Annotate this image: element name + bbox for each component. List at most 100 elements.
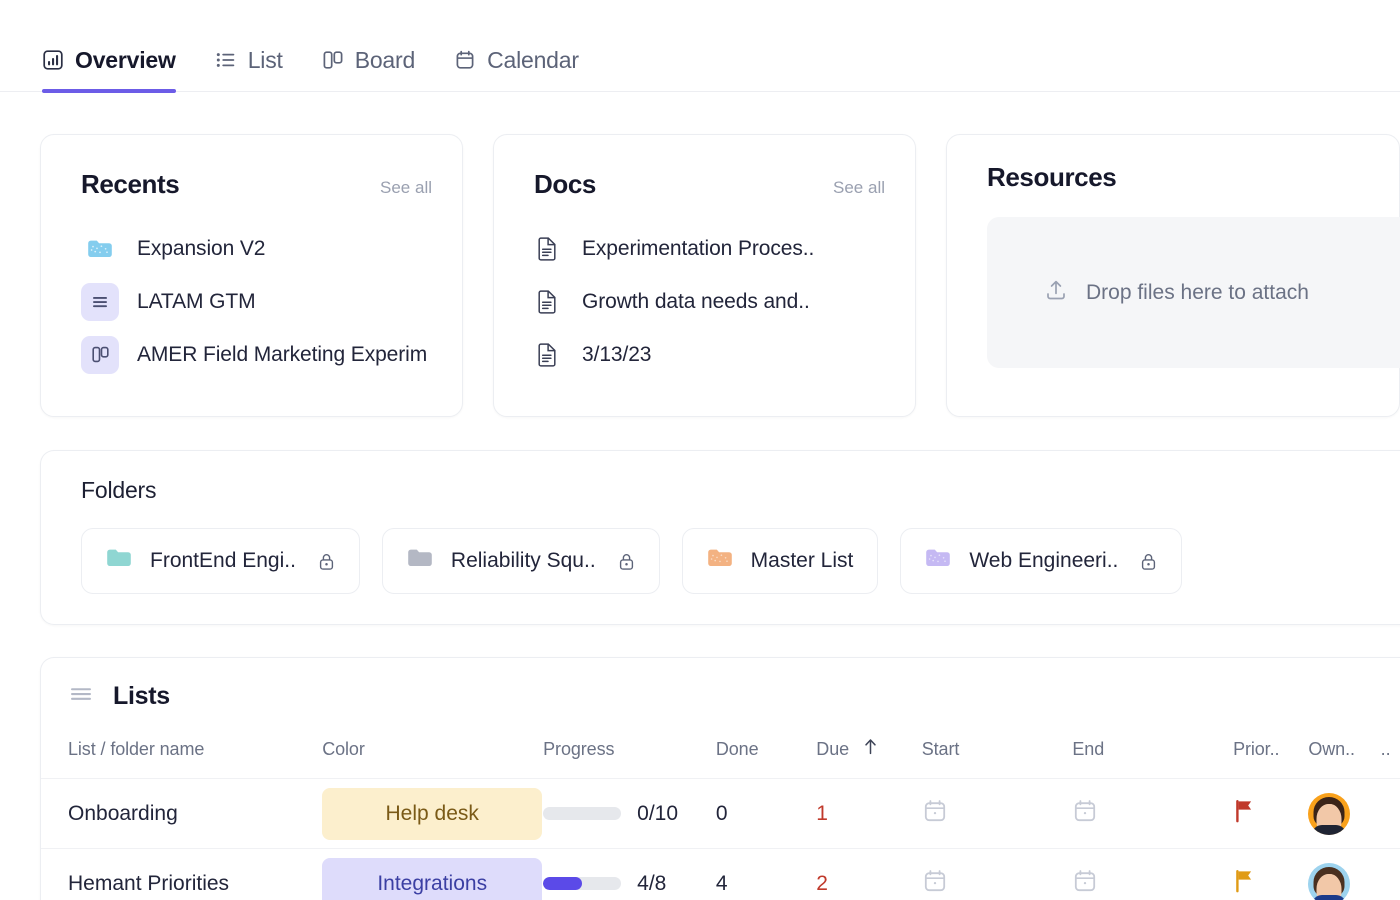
calendar-icon xyxy=(454,49,476,71)
column-header-progress[interactable]: Progress xyxy=(543,711,716,779)
row-start-cell[interactable] xyxy=(922,779,1073,849)
tab-calendar-label: Calendar xyxy=(487,48,579,72)
folder-chip[interactable]: Reliability Squ.. xyxy=(382,528,660,594)
recents-header: Recents See all xyxy=(81,169,432,200)
folder-chip[interactable]: Web Engineeri.. xyxy=(900,528,1182,594)
progress-label: 4/8 xyxy=(637,872,666,896)
row-priority-cell[interactable] xyxy=(1233,779,1308,849)
progress-bar xyxy=(543,877,621,890)
priority-flag-icon xyxy=(1233,868,1257,900)
list-item[interactable]: Expansion V2 xyxy=(81,222,432,275)
view-tabbar: Overview List Board xyxy=(0,0,1400,92)
folder-chip-label: Reliability Squ.. xyxy=(451,549,596,573)
row-name: Onboarding xyxy=(41,779,322,849)
lists-table: List / folder name Color Progress Done D… xyxy=(41,711,1400,900)
column-header-owner[interactable]: Own.. xyxy=(1308,711,1380,779)
list-item[interactable]: Experimentation Proces.. xyxy=(534,222,885,275)
list-item-label: Growth data needs and.. xyxy=(582,290,810,314)
table-row[interactable]: Onboarding Help desk 0/10 0 1 xyxy=(41,779,1400,849)
overview-content: Recents See all xyxy=(0,92,1400,900)
folder-icon xyxy=(707,547,733,575)
list-item-label: LATAM GTM xyxy=(137,290,256,314)
row-owner-cell[interactable] xyxy=(1308,849,1380,900)
row-end-cell[interactable] xyxy=(1072,779,1233,849)
lists-table-header: List / folder name Color Progress Done D… xyxy=(41,711,1400,779)
column-header-due[interactable]: Due xyxy=(816,711,921,779)
tab-calendar[interactable]: Calendar xyxy=(454,28,591,92)
row-overflow-cell[interactable] xyxy=(1381,779,1400,849)
list-item[interactable]: LATAM GTM xyxy=(81,275,432,328)
list-icon xyxy=(81,283,119,321)
row-overflow-cell[interactable] xyxy=(1381,849,1400,900)
tab-overview[interactable]: Overview xyxy=(42,28,188,92)
lock-icon xyxy=(618,552,635,571)
folder-chip-label: FrontEnd Engi.. xyxy=(150,549,296,573)
row-end-cell[interactable] xyxy=(1072,849,1233,900)
document-icon xyxy=(534,336,560,374)
lists-title: Lists xyxy=(113,682,170,711)
lock-icon xyxy=(318,552,335,571)
docs-see-all-link[interactable]: See all xyxy=(833,178,885,198)
progress-bar xyxy=(543,807,621,820)
hamburger-icon[interactable] xyxy=(69,684,95,709)
resources-dropzone[interactable]: Drop files here to attach xyxy=(987,217,1400,368)
recents-title: Recents xyxy=(81,169,179,200)
row-progress-cell: 0/10 xyxy=(543,779,716,849)
tab-board-label: Board xyxy=(355,48,415,72)
list-item[interactable]: 3/13/23 xyxy=(534,328,885,381)
recents-see-all-link[interactable]: See all xyxy=(380,178,432,198)
row-color-tag-cell: Help desk xyxy=(322,779,543,849)
resources-header: Resources xyxy=(987,162,1369,193)
lists-table-body: Onboarding Help desk 0/10 0 1 xyxy=(41,779,1400,900)
table-header-row: List / folder name Color Progress Done D… xyxy=(41,711,1400,779)
upload-icon xyxy=(1044,278,1068,308)
row-done: 0 xyxy=(716,779,816,849)
row-start-cell[interactable] xyxy=(922,849,1073,900)
board-icon xyxy=(322,49,344,71)
row-due-value: 1 xyxy=(816,802,828,825)
tab-board[interactable]: Board xyxy=(322,28,427,92)
folder-chip[interactable]: FrontEnd Engi.. xyxy=(81,528,360,594)
list-icon xyxy=(215,49,237,71)
docs-card: Docs See all Experimentation Proces.. xyxy=(493,134,916,417)
column-header-priority[interactable]: Prior.. xyxy=(1233,711,1308,779)
list-item-label: Expansion V2 xyxy=(137,237,265,261)
calendar-icon xyxy=(922,868,948,900)
status-badge[interactable]: Integrations xyxy=(322,858,542,900)
tab-overview-label: Overview xyxy=(75,48,176,72)
board-icon xyxy=(81,336,119,374)
tab-list[interactable]: List xyxy=(215,28,295,92)
list-item[interactable]: AMER Field Marketing Experim xyxy=(81,328,432,381)
document-icon xyxy=(534,230,560,268)
avatar xyxy=(1308,793,1350,835)
list-item-label: AMER Field Marketing Experim xyxy=(137,343,427,367)
folder-chip[interactable]: Master List xyxy=(682,528,879,594)
row-done: 4 xyxy=(716,849,816,900)
column-header-due-label: Due xyxy=(816,739,849,760)
row-name: Hemant Priorities xyxy=(41,849,322,900)
progress-label: 0/10 xyxy=(637,802,678,826)
folder-icon xyxy=(106,547,132,575)
table-row[interactable]: Hemant Priorities Integrations 4/8 4 2 xyxy=(41,849,1400,900)
column-header-color[interactable]: Color xyxy=(322,711,543,779)
column-header-start[interactable]: Start xyxy=(922,711,1073,779)
folder-icon xyxy=(407,547,433,575)
column-header-overflow[interactable]: .. xyxy=(1381,711,1400,779)
status-badge[interactable]: Help desk xyxy=(322,788,542,840)
row-priority-cell[interactable] xyxy=(1233,849,1308,900)
folders-title: Folders xyxy=(81,477,1400,504)
column-header-end[interactable]: End xyxy=(1072,711,1233,779)
row-color-tag-cell: Integrations xyxy=(322,849,543,900)
document-icon xyxy=(534,283,560,321)
calendar-icon xyxy=(1072,798,1098,830)
folders-section: Folders FrontEnd Engi.. xyxy=(40,450,1400,625)
list-item[interactable]: Growth data needs and.. xyxy=(534,275,885,328)
row-due: 2 xyxy=(816,849,921,900)
column-header-done[interactable]: Done xyxy=(716,711,816,779)
list-item-label: Experimentation Proces.. xyxy=(582,237,814,261)
row-owner-cell[interactable] xyxy=(1308,779,1380,849)
lists-section: Lists List / folder name Color Progress … xyxy=(40,657,1400,900)
row-progress-cell: 4/8 xyxy=(543,849,716,900)
column-header-name[interactable]: List / folder name xyxy=(41,711,322,779)
recents-items: Expansion V2 LATAM GTM xyxy=(81,222,432,381)
